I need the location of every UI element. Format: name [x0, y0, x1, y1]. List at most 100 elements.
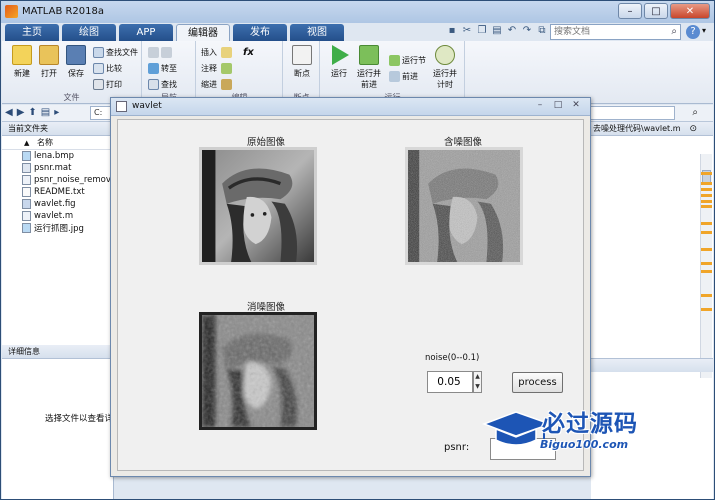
warning-marker[interactable]	[701, 205, 712, 208]
original-image-frame	[199, 147, 317, 265]
maximize-button[interactable]: □	[644, 3, 668, 19]
run-and-time-button[interactable]: 运行并 计时	[431, 45, 459, 90]
run-button[interactable]: 运行	[325, 45, 353, 79]
details-hint: 选择文件以查看详	[45, 414, 114, 424]
file-group: 新建 打开 保存 查找文件 比较 打印 文件	[2, 41, 142, 103]
run-section-icon	[389, 54, 400, 66]
warning-marker[interactable]	[701, 182, 712, 185]
warning-marker[interactable]	[701, 200, 712, 203]
goto-button[interactable]: 转至	[148, 61, 177, 75]
open-button[interactable]: 打开	[35, 45, 63, 79]
warning-marker[interactable]	[701, 172, 712, 175]
breakpoints-button[interactable]: 断点	[288, 45, 316, 79]
search-input[interactable]	[551, 25, 661, 39]
toolstrip-tabs: 主页 绘图 APP 编辑器 发布 视图	[5, 24, 347, 41]
spin-up-icon[interactable]: ▲	[474, 372, 481, 382]
path-search-icon[interactable]: ⌕	[692, 107, 698, 118]
minimize-button[interactable]: –	[618, 3, 642, 19]
noisy-image-frame	[405, 147, 523, 265]
find-files-button[interactable]: 查找文件	[93, 45, 138, 59]
advance-button[interactable]: 前进	[389, 69, 418, 83]
tab-editor[interactable]: 编辑器	[176, 24, 230, 41]
current-folder-panel: 当前文件夹 ▲ 名称 lena.bmp psnr.mat psnr_noise_r…	[2, 122, 114, 499]
switch-windows-icon[interactable]: ⧉	[536, 25, 548, 37]
file-item[interactable]: 运行抓图.jpg	[2, 222, 113, 234]
file-item[interactable]: wavlet.fig	[2, 198, 113, 210]
find-button[interactable]: 查找	[148, 77, 177, 91]
figure-maximize-button[interactable]: □	[550, 99, 566, 112]
warning-marker[interactable]	[701, 270, 712, 273]
folder-open-icon	[39, 45, 59, 65]
warning-marker[interactable]	[701, 231, 712, 234]
comment-button[interactable]: 注释	[201, 61, 234, 75]
editor-menu-icon[interactable]: ⊙	[689, 124, 697, 134]
back-arrow-icon[interactable]: ◀	[5, 107, 13, 118]
psnr-label: psnr:	[444, 442, 470, 453]
file-item[interactable]: psnr.mat	[2, 162, 113, 174]
name-column-header[interactable]: ▲ 名称	[2, 136, 113, 150]
noise-input-box[interactable]	[427, 371, 473, 393]
search-icon[interactable]: ⌕	[671, 26, 677, 37]
warning-marker[interactable]	[701, 194, 712, 197]
edit-group: 插入 fx 注释 缩进 编辑	[197, 41, 283, 103]
warning-marker[interactable]	[701, 188, 712, 191]
mat-file-icon	[22, 163, 31, 173]
insert-button[interactable]: 插入	[201, 45, 234, 59]
compare-button[interactable]: 比较	[93, 61, 122, 75]
navigate-group: 转至 查找 导航	[143, 41, 196, 103]
original-image	[202, 150, 314, 262]
original-portrait-image	[202, 150, 314, 262]
noise-input[interactable]	[428, 372, 470, 392]
warning-marker[interactable]	[701, 262, 712, 265]
m-file-icon	[22, 175, 31, 185]
print-button[interactable]: 打印	[93, 77, 122, 91]
file-item[interactable]: README.txt	[2, 186, 113, 198]
browse-folder-icon[interactable]: ▤	[41, 107, 50, 118]
tab-view[interactable]: 视图	[290, 24, 344, 41]
compare-icon	[93, 62, 104, 74]
play-icon	[332, 45, 349, 65]
back-forward-arrows[interactable]	[148, 45, 174, 59]
copy-icon[interactable]: ❐	[476, 25, 488, 37]
forward-arrow-icon[interactable]: ▶	[17, 107, 25, 118]
tab-publish[interactable]: 发布	[233, 24, 287, 41]
tab-plots[interactable]: 绘图	[62, 24, 116, 41]
m-file-icon	[22, 211, 31, 221]
warning-marker[interactable]	[701, 308, 712, 311]
warning-marker[interactable]	[701, 248, 712, 251]
run-advance-button[interactable]: 运行并 前进	[355, 45, 383, 90]
noise-spinner[interactable]: ▲ ▼	[473, 371, 482, 393]
noisy-image	[408, 150, 520, 262]
run-section-button[interactable]: 运行节	[389, 53, 426, 67]
tab-home[interactable]: 主页	[5, 24, 59, 41]
chevron-down-icon[interactable]: ▾	[702, 26, 706, 35]
file-item[interactable]: lena.bmp	[2, 150, 113, 162]
noisy-portrait-image	[408, 150, 520, 262]
figure-close-button[interactable]: ✕	[568, 99, 584, 112]
new-button[interactable]: 新建	[8, 45, 36, 79]
up-folder-icon[interactable]: ⬆	[28, 107, 36, 118]
find-icon	[148, 78, 159, 90]
warning-marker[interactable]	[701, 294, 712, 297]
cut-icon[interactable]: ✂	[461, 25, 473, 37]
help-icon[interactable]: ?	[686, 25, 700, 39]
process-button[interactable]: process	[512, 372, 563, 393]
undo-icon[interactable]: ↶	[506, 25, 518, 37]
save-icon[interactable]: ▪	[446, 25, 458, 37]
indent-button[interactable]: 缩进	[201, 77, 234, 91]
fx-button[interactable]: fx	[243, 45, 254, 59]
figure-minimize-button[interactable]: –	[532, 99, 548, 112]
file-item[interactable]: wavlet.m	[2, 210, 113, 222]
paste-icon[interactable]: ▤	[491, 25, 503, 37]
bmp-file-icon	[22, 151, 31, 161]
watermark-text: 必过源码	[542, 411, 638, 437]
file-item[interactable]: psnr_noise_remove...	[2, 174, 113, 186]
tab-apps[interactable]: APP	[119, 24, 173, 41]
warning-marker[interactable]	[701, 222, 712, 225]
spin-down-icon[interactable]: ▼	[474, 382, 481, 392]
search-box[interactable]: ⌕	[550, 24, 681, 40]
redo-icon[interactable]: ↷	[521, 25, 533, 37]
path-chevron-icon[interactable]: ▸	[54, 107, 59, 118]
close-button[interactable]: ✕	[670, 3, 710, 19]
save-button[interactable]: 保存	[62, 45, 90, 79]
